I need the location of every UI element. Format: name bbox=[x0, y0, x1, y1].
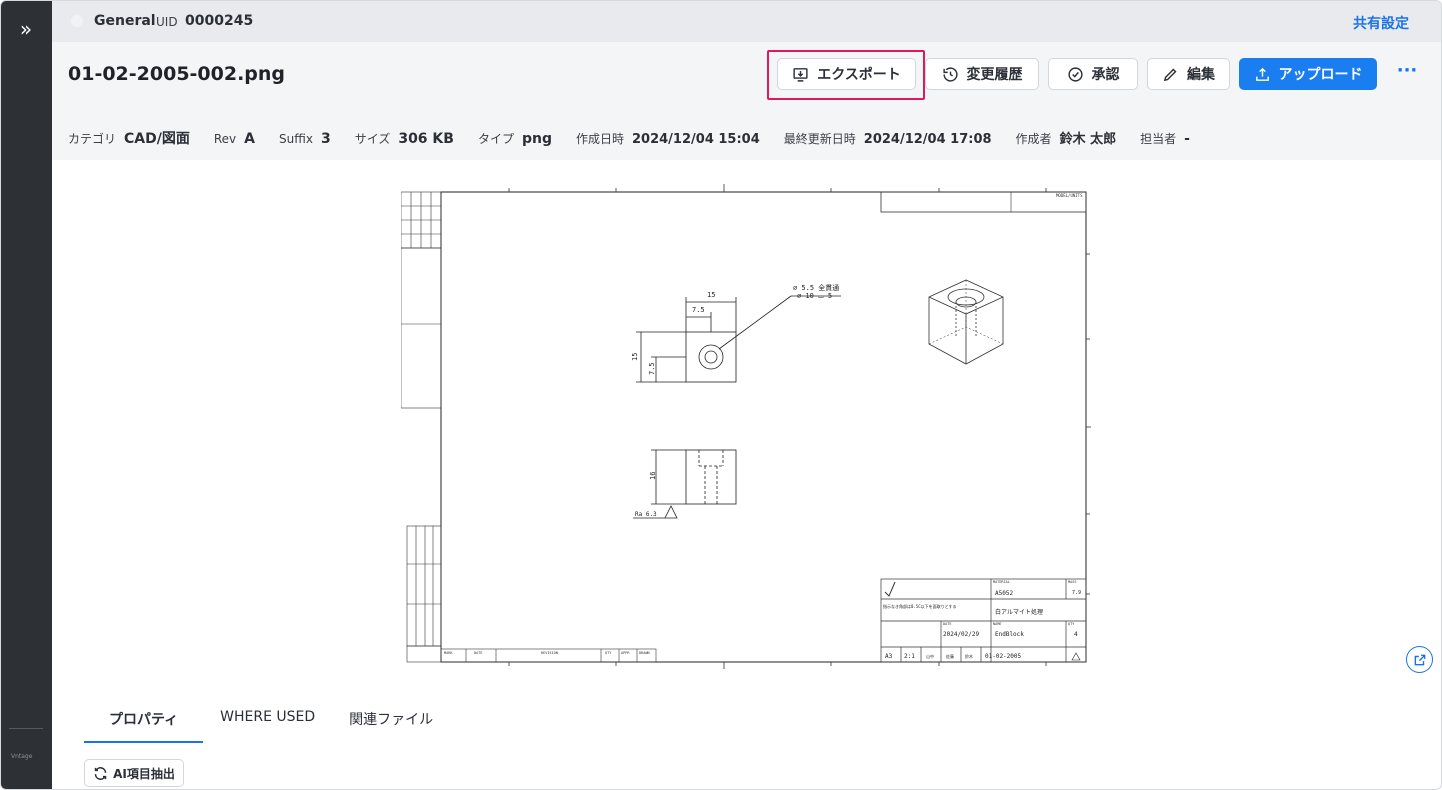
mass-label: MASS bbox=[1068, 580, 1076, 584]
upload-button-label: アップロード bbox=[1278, 67, 1363, 83]
meta-value-size: 306 KB bbox=[398, 131, 454, 147]
uid-value: 0000245 bbox=[185, 13, 254, 29]
date: 2024/02/29 bbox=[943, 631, 980, 638]
app-window: » Vntage General UID 0000245 共有設定 01-02-… bbox=[0, 0, 1442, 790]
ai-extract-button[interactable]: AI項目抽出 bbox=[84, 759, 184, 787]
scale: 2:1 bbox=[904, 653, 915, 660]
meta-value-rev: A bbox=[244, 131, 255, 147]
dwg-number: 01-02-2005 bbox=[985, 653, 1022, 660]
finish-note: 指示なき角部は0.5C以下を面取りとする bbox=[883, 603, 957, 609]
meta-key-type: タイプ bbox=[477, 132, 514, 146]
meta-value-category: CAD/図面 bbox=[124, 131, 190, 147]
roughness: Ra 6.3 bbox=[635, 511, 657, 518]
mass: 7.9 bbox=[1072, 590, 1081, 596]
rev-revision-header: REVISION bbox=[541, 651, 558, 655]
rev-appr-header: APPR bbox=[621, 651, 630, 655]
front-view bbox=[636, 295, 841, 383]
qty-label: QTY bbox=[1068, 622, 1075, 626]
dim-7-5-top: 7.5 bbox=[692, 306, 705, 314]
history-button[interactable]: 変更履歴 bbox=[925, 58, 1039, 90]
meta-key-assignee: 担当者 bbox=[1140, 132, 1177, 146]
sidebar: » Vntage bbox=[1, 1, 52, 789]
workspace-icon bbox=[71, 15, 83, 27]
left-tables bbox=[401, 191, 442, 663]
refresh-icon bbox=[94, 766, 107, 780]
dim-15-top: 15 bbox=[707, 291, 715, 299]
title-block bbox=[880, 578, 1087, 663]
export-button[interactable]: エクスポート bbox=[777, 58, 916, 90]
sidebar-divider bbox=[9, 728, 43, 729]
history-button-label: 変更履歴 bbox=[966, 67, 1023, 83]
drawn-by: 山中 bbox=[926, 653, 934, 659]
file-title: 01-02-2005-002.png bbox=[68, 63, 286, 85]
uid-label: UID bbox=[156, 15, 178, 29]
dim-15-left: 15 bbox=[631, 353, 639, 361]
tab-properties[interactable]: プロパティ bbox=[84, 701, 204, 743]
date-label: DATE bbox=[943, 622, 951, 626]
export-button-label: エクスポート bbox=[817, 67, 901, 83]
header-tag: MODEL/UNITS bbox=[1056, 193, 1083, 198]
rev-date-header: DATE bbox=[474, 651, 482, 655]
check-circle-icon bbox=[1067, 66, 1083, 82]
sheet-size: A3 bbox=[885, 653, 893, 660]
approve-button[interactable]: 承認 bbox=[1048, 58, 1138, 90]
dim-7-5-left: 7.5 bbox=[648, 362, 656, 375]
edit-button[interactable]: 編集 bbox=[1147, 58, 1230, 90]
meta-value-assignee: - bbox=[1184, 131, 1190, 147]
history-icon bbox=[942, 66, 958, 82]
meta-key-created: 作成日時 bbox=[575, 132, 624, 146]
rev-drawn-header: DRAWN bbox=[639, 651, 650, 655]
meta-value-author: 鈴木 太郎 bbox=[1059, 132, 1117, 147]
meta-value-created: 2024/12/04 15:04 bbox=[632, 132, 760, 147]
tab-related-files[interactable]: 関連ファイル bbox=[332, 701, 450, 743]
share-settings-link[interactable]: 共有設定 bbox=[1353, 13, 1409, 33]
meta-key-size: サイズ bbox=[354, 132, 391, 146]
material-label: MATERIAL bbox=[993, 580, 1010, 584]
material: A5052 bbox=[995, 590, 1013, 597]
isometric-view bbox=[928, 279, 1004, 365]
drawing-frame bbox=[440, 191, 1087, 663]
finish: 白アルマイト処理 bbox=[995, 608, 1043, 616]
dim-16: 16 bbox=[649, 472, 657, 480]
upload-icon bbox=[1255, 67, 1269, 81]
meta-key-updated: 最終更新日時 bbox=[783, 132, 856, 146]
file-preview: MODEL/UNITS 15 7.5 15 7.5 ⌀ 5.5 全貫通 ⌀ 10… bbox=[52, 160, 1441, 686]
more-options-icon[interactable]: ··· bbox=[1394, 62, 1420, 86]
detail-tabs: プロパティ WHERE USED 関連ファイル bbox=[84, 701, 450, 743]
title-block-top: MODEL/UNITS bbox=[880, 191, 1087, 213]
qty: 4 bbox=[1074, 631, 1078, 638]
double-chevron-right-icon[interactable]: » bbox=[13, 17, 39, 43]
meta-key-suffix: Suffix bbox=[279, 132, 313, 146]
pencil-icon bbox=[1163, 68, 1177, 81]
upload-button[interactable]: アップロード bbox=[1239, 58, 1377, 90]
open-external-icon[interactable] bbox=[1406, 646, 1433, 673]
meta-key-rev: Rev bbox=[213, 132, 237, 146]
part-name: EndBlock bbox=[995, 631, 1024, 638]
approved-by: 鈴木 bbox=[965, 653, 973, 659]
metadata-row: カテゴリ CAD/図面 Rev A Suffix 3 サイズ 306 KB タイ… bbox=[68, 128, 1214, 148]
edit-button-label: 編集 bbox=[1187, 67, 1215, 83]
hole-callout-2: ⌀ 10 ⌴ 5 bbox=[797, 292, 832, 300]
download-tray-icon bbox=[793, 67, 808, 82]
meta-key-author: 作成者 bbox=[1015, 132, 1052, 146]
revision-triangle-icon bbox=[1071, 652, 1081, 661]
side-view bbox=[633, 449, 737, 519]
name-label: NAME bbox=[993, 622, 1001, 626]
tab-where-used[interactable]: WHERE USED bbox=[203, 701, 332, 743]
meta-value-updated: 2024/12/04 17:08 bbox=[863, 132, 992, 147]
cad-drawing[interactable]: MODEL/UNITS 15 7.5 15 7.5 ⌀ 5.5 全貫通 ⌀ 10… bbox=[401, 184, 1091, 669]
hole-callout-1: ⌀ 5.5 全貫通 bbox=[793, 283, 839, 292]
sidebar-footer-logo: Vntage bbox=[11, 753, 33, 760]
workspace-name: General bbox=[94, 13, 156, 29]
ai-extract-label: AI項目抽出 bbox=[113, 766, 175, 781]
rev-mark-header: MARK bbox=[444, 651, 453, 655]
approve-button-label: 承認 bbox=[1091, 67, 1120, 83]
meta-value-suffix: 3 bbox=[320, 131, 331, 147]
file-header: 01-02-2005-002.png エクスポート 変更履歴 承認 編集 アップ… bbox=[52, 42, 1441, 160]
meta-value-type: png bbox=[521, 131, 552, 147]
meta-key-category: カテゴリ bbox=[68, 132, 117, 146]
top-bar: General UID 0000245 共有設定 bbox=[52, 1, 1441, 42]
checked-by: 佐藤 bbox=[946, 653, 954, 659]
rev-qty-header: QTY bbox=[605, 651, 612, 655]
